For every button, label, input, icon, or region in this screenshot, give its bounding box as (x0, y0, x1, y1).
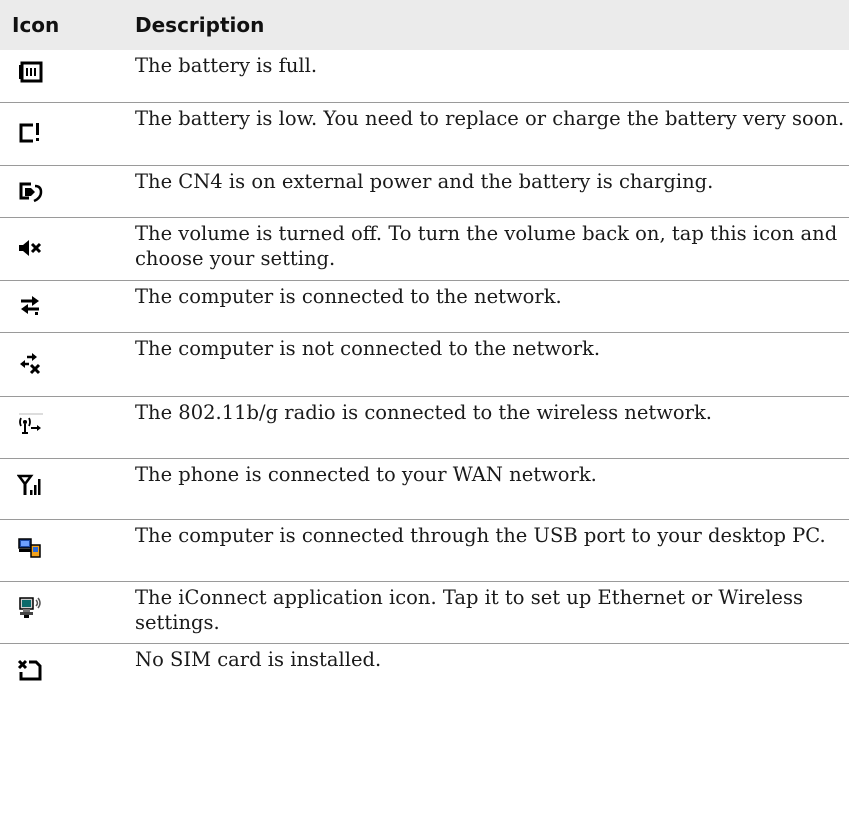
table-row: The computer is connected to the network… (0, 281, 849, 333)
row-description: The 802.11b/g radio is connected to the … (135, 401, 713, 424)
table-row: The CN4 is on external power and the bat… (0, 166, 849, 218)
usb-connection-icon (17, 536, 43, 560)
row-description: The phone is connected to your WAN netwo… (135, 463, 597, 486)
row-description: The CN4 is on external power and the bat… (135, 170, 714, 193)
row-description: The battery is full. (135, 54, 318, 77)
iconnect-icon (17, 596, 43, 620)
network-disconnected-icon (17, 351, 43, 375)
volume-off-icon (17, 236, 43, 260)
table-row: The computer is not connected to the net… (0, 333, 849, 397)
row-description: The volume is turned off. To turn the vo… (135, 222, 838, 270)
row-description: The battery is low. You need to replace … (135, 107, 845, 130)
row-description: The iConnect application icon. Tap it to… (135, 586, 803, 634)
table-row: The 802.11b/g radio is connected to the … (0, 397, 849, 459)
table-row: The volume is turned off. To turn the vo… (0, 218, 849, 281)
table-row: The phone is connected to your WAN netwo… (0, 459, 849, 520)
row-description: The computer is not connected to the net… (135, 337, 601, 360)
row-description: The computer is connected through the US… (135, 524, 826, 547)
table-row: The iConnect application icon. Tap it to… (0, 582, 849, 644)
table-header: Icon Description (0, 0, 849, 50)
network-connected-icon (17, 293, 43, 317)
battery-charging-icon (17, 180, 43, 204)
wireless-radio-icon (17, 413, 43, 437)
no-sim-icon (17, 658, 43, 682)
column-header-description: Description (135, 13, 265, 37)
battery-low-icon (17, 121, 43, 145)
column-header-icon: Icon (12, 13, 60, 37)
battery-full-icon (17, 60, 43, 84)
table-row: The battery is full. (0, 50, 849, 103)
status-icons-table: Icon Description The battery is full. Th… (0, 0, 849, 704)
table-row: The battery is low. You need to replace … (0, 103, 849, 166)
row-description: The computer is connected to the network… (135, 285, 562, 308)
table-row: The computer is connected through the US… (0, 520, 849, 582)
row-description: No SIM card is installed. (135, 648, 382, 671)
table-row: No SIM card is installed. (0, 644, 849, 704)
wan-signal-icon (17, 473, 43, 497)
